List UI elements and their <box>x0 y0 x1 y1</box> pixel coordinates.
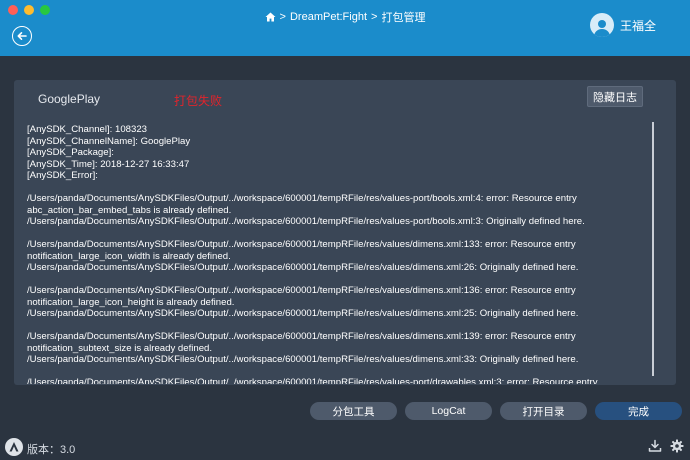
gear-icon[interactable] <box>670 439 684 458</box>
logcat-button[interactable]: LogCat <box>405 402 492 420</box>
back-arrow-circle-icon[interactable] <box>12 26 32 46</box>
title-bar: > DreamPet:Fight > 打包管理 王福全 <box>0 0 690 56</box>
download-icon[interactable] <box>648 439 662 458</box>
hide-log-button[interactable]: 隐藏日志 <box>587 86 643 107</box>
version-label: 版本：3.0 <box>27 444 76 456</box>
user-avatar-icon <box>590 13 614 37</box>
log-scrollbar[interactable] <box>652 122 654 376</box>
build-log-panel: GooglePlay 打包失败 隐藏日志 [AnySDK_Channel]: 1… <box>14 80 676 385</box>
breadcrumb-separator: > <box>279 11 286 23</box>
footer-bar: 版本：3.0 <box>0 436 690 460</box>
channel-tab-googleplay[interactable]: GooglePlay <box>38 92 100 106</box>
breadcrumb-project[interactable]: DreamPet:Fight <box>290 11 367 23</box>
anysdk-logo-icon <box>5 438 23 456</box>
done-button[interactable]: 完成 <box>595 402 682 420</box>
user-name: 王福全 <box>620 18 657 33</box>
breadcrumb-current-page: 打包管理 <box>381 12 426 24</box>
home-icon[interactable] <box>265 12 276 22</box>
split-package-tool-button[interactable]: 分包工具 <box>310 402 397 420</box>
footer-tools <box>648 439 684 458</box>
build-log-text[interactable]: [AnySDK_Channel]: 108323 [AnySDK_Channel… <box>27 124 647 384</box>
build-status-text: 打包失败 <box>174 94 223 108</box>
breadcrumb-separator: > <box>371 11 378 23</box>
action-bar: 分包工具 LogCat 打开目录 完成 <box>310 402 682 420</box>
breadcrumb: > DreamPet:Fight > 打包管理 <box>0 9 690 25</box>
panel-header: GooglePlay 打包失败 隐藏日志 <box>14 80 676 114</box>
user-menu[interactable]: 王福全 <box>590 13 656 37</box>
open-directory-button[interactable]: 打开目录 <box>500 402 587 420</box>
